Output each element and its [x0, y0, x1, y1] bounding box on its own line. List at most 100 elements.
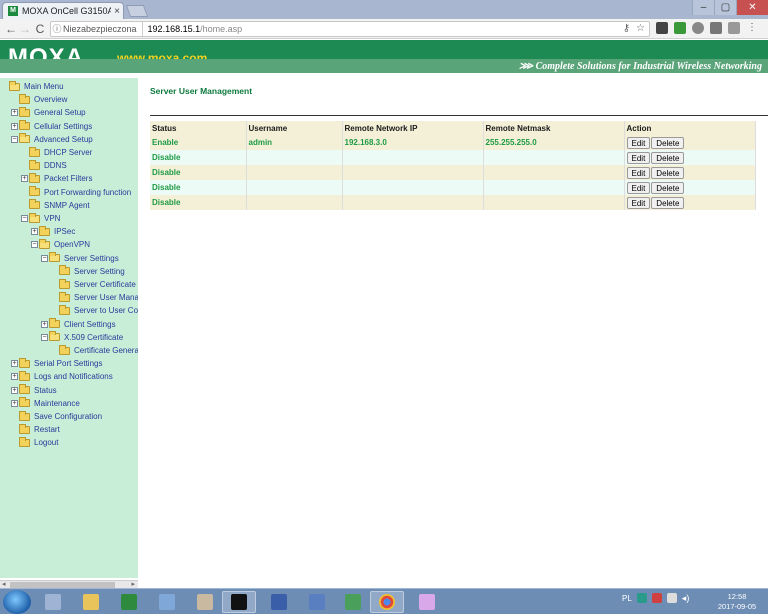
expand-icon[interactable]: +: [11, 109, 18, 117]
extension-icon[interactable]: [692, 22, 704, 34]
sidebar-item-snmp-agent[interactable]: SNMP Agent: [21, 199, 90, 212]
tray-icon[interactable]: [636, 593, 647, 603]
sidebar-item-x-509-certificate[interactable]: − X.509 Certificate: [41, 331, 123, 344]
taskbar-app[interactable]: [150, 591, 184, 613]
sidebar-item-server-to-user-confi[interactable]: Server to User Confi: [51, 304, 138, 317]
delete-button[interactable]: Delete: [651, 151, 685, 164]
taskbar-app-tools[interactable]: [188, 591, 222, 613]
taskbar-app-files[interactable]: [36, 591, 70, 613]
new-tab-button[interactable]: [125, 5, 149, 17]
address-bar[interactable]: ⓘ Niezabezpieczona 192.168.15.1 /home.as…: [50, 21, 650, 37]
window-controls: – ▢ ✕: [692, 0, 768, 15]
volume-icon[interactable]: ◂): [682, 593, 692, 603]
delete-button[interactable]: Delete: [651, 181, 685, 194]
extension-icon[interactable]: [710, 22, 722, 34]
sidebar-item-server-certificate-up[interactable]: Server Certificate Up: [51, 278, 138, 291]
clock[interactable]: 12:58 2017-09-05: [712, 592, 762, 612]
expand-icon[interactable]: +: [11, 373, 18, 381]
sidebar-item-packet-filters[interactable]: + Packet Filters: [21, 172, 92, 185]
sidebar-item-dhcp-server[interactable]: DHCP Server: [21, 146, 92, 159]
collapse-icon[interactable]: −: [41, 254, 48, 262]
minimize-button[interactable]: –: [692, 0, 714, 15]
back-arrow-icon[interactable]: ←: [4, 21, 18, 37]
expand-icon[interactable]: +: [11, 360, 18, 368]
edit-button[interactable]: Edit: [626, 181, 651, 194]
sidebar-item-certificate-generatio[interactable]: Certificate Generatio: [51, 344, 138, 357]
expand-icon[interactable]: +: [11, 122, 18, 130]
sidebar-item-main-menu[interactable]: Main Menu: [1, 80, 64, 93]
sidebar-item-logs-and-notifications[interactable]: + Logs and Notifications: [11, 370, 113, 383]
sidebar-item-save-configuration[interactable]: Save Configuration: [11, 410, 102, 423]
forward-arrow-icon[interactable]: →: [18, 21, 32, 37]
expand-icon[interactable]: +: [11, 399, 18, 407]
collapse-icon[interactable]: −: [11, 135, 18, 143]
folder-open-icon: [49, 252, 60, 263]
taskbar-app-excel[interactable]: [112, 591, 146, 613]
taskbar-app-chart[interactable]: [336, 591, 370, 613]
bookmark-star-icon[interactable]: ☆: [636, 22, 645, 36]
sidebar-item-server-settings[interactable]: − Server Settings: [41, 252, 119, 265]
sidebar-item-restart[interactable]: Restart: [11, 423, 60, 436]
menu-icon[interactable]: ⋮: [746, 22, 758, 34]
cell-status: Disable: [150, 165, 247, 180]
scroll-right-icon[interactable]: ▸: [131, 580, 135, 588]
sidebar-item-cellular-settings[interactable]: + Cellular Settings: [11, 120, 92, 133]
collapse-icon[interactable]: −: [41, 333, 48, 341]
maximize-button[interactable]: ▢: [714, 0, 736, 15]
expand-icon[interactable]: +: [41, 320, 48, 328]
sidebar-tree: Main Menu Overview + General Setup + Cellular…: [0, 78, 138, 578]
edit-button[interactable]: Edit: [626, 166, 651, 179]
cell-action: Edit Delete: [624, 135, 756, 150]
expand-icon[interactable]: +: [31, 228, 38, 236]
delete-button[interactable]: Delete: [651, 196, 685, 209]
edit-button[interactable]: Edit: [626, 151, 651, 164]
language-indicator[interactable]: PL: [622, 594, 632, 603]
sidebar-item-logout[interactable]: Logout: [11, 436, 58, 449]
extension-icon[interactable]: [728, 22, 740, 34]
sidebar-item-serial-port-settings[interactable]: + Serial Port Settings: [11, 357, 102, 370]
tray-icon[interactable]: [666, 593, 677, 603]
reload-icon[interactable]: C: [33, 21, 47, 37]
sidebar-item-server-user-manager[interactable]: Server User Manager: [51, 291, 138, 304]
taskbar-app-paint[interactable]: [410, 591, 444, 613]
scroll-left-icon[interactable]: ◂: [2, 580, 6, 588]
collapse-icon[interactable]: −: [31, 241, 38, 249]
sidebar-item-ipsec[interactable]: + IPSec: [31, 225, 75, 238]
info-icon[interactable]: ⓘ: [51, 22, 63, 36]
taskbar-app-network2[interactable]: [300, 591, 334, 613]
key-icon[interactable]: ⚷: [623, 22, 630, 36]
folder-icon: [19, 410, 30, 421]
collapse-icon[interactable]: −: [21, 215, 28, 222]
sidebar-item-client-settings[interactable]: + Client Settings: [41, 318, 116, 331]
tray-icon[interactable]: [651, 593, 662, 603]
tab-close-icon[interactable]: ×: [111, 6, 123, 17]
sidebar-item-status[interactable]: + Status: [11, 384, 57, 397]
delete-button[interactable]: Delete: [651, 166, 685, 179]
sidebar-item-port-forwarding-function[interactable]: Port Forwarding function: [21, 186, 131, 199]
sidebar-item-advanced-setup[interactable]: − Advanced Setup: [11, 133, 93, 146]
sidebar-item-ddns[interactable]: DDNS: [21, 159, 67, 172]
taskbar-app-chrome[interactable]: [370, 591, 404, 613]
sidebar-item-general-setup[interactable]: + General Setup: [11, 106, 86, 119]
sidebar-item-openvpn[interactable]: − OpenVPN: [31, 238, 90, 251]
expand-icon[interactable]: +: [21, 175, 28, 183]
start-button[interactable]: [3, 590, 31, 614]
edit-button[interactable]: Edit: [626, 196, 651, 209]
sidebar-item-overview[interactable]: Overview: [11, 93, 67, 106]
browser-tab[interactable]: M MOXA OnCell G3150A-L ×: [2, 2, 124, 19]
check-extension-icon[interactable]: [674, 22, 686, 34]
taskbar-app-network[interactable]: [262, 591, 296, 613]
edit-button[interactable]: Edit: [626, 136, 651, 149]
excel-icon: [121, 594, 137, 610]
extension-icon[interactable]: [656, 22, 668, 34]
folder-icon: [29, 186, 40, 197]
sidebar-item-server-setting[interactable]: Server Setting: [51, 265, 125, 278]
expand-icon[interactable]: +: [11, 386, 18, 394]
taskbar-app-terminal[interactable]: [222, 591, 256, 613]
taskbar-app-explorer[interactable]: [74, 591, 108, 613]
sidebar-horizontal-scrollbar[interactable]: ◂ ▸: [0, 580, 138, 588]
close-window-button[interactable]: ✕: [736, 0, 768, 15]
delete-button[interactable]: Delete: [651, 136, 685, 149]
sidebar-item-vpn[interactable]: − VPN: [21, 212, 60, 225]
sidebar-item-maintenance[interactable]: + Maintenance: [11, 397, 80, 410]
